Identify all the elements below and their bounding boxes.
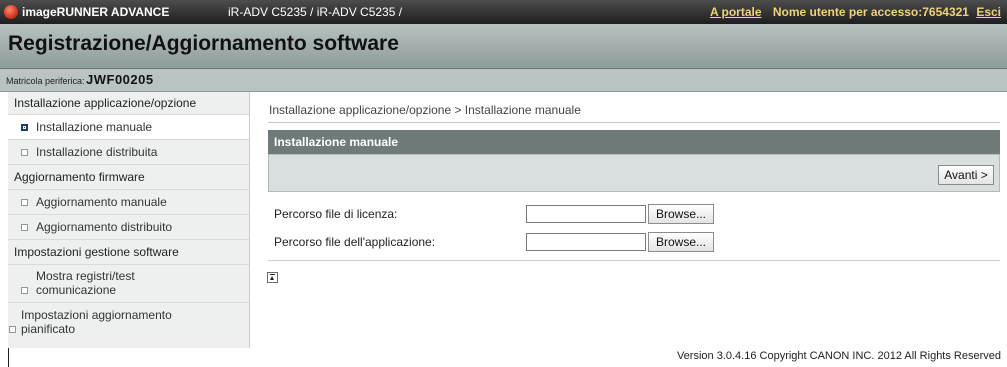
sidebar-item-aggiornamento-distribuito[interactable]: Aggiornamento distribuito	[8, 215, 249, 240]
license-path-label: Percorso file di licenza:	[274, 207, 398, 221]
breadcrumb-divider	[268, 122, 1000, 123]
serial-bar: Matricola periferica: JWF00205	[0, 69, 1007, 92]
portal-link[interactable]: A portale	[710, 5, 762, 19]
bullet-icon	[21, 149, 28, 156]
logout-link[interactable]: Esci	[976, 5, 1001, 19]
app-browse-button[interactable]: Browse...	[648, 232, 714, 252]
login-user-label: Nome utente per accesso:7654321	[772, 5, 969, 19]
license-path-input[interactable]	[526, 205, 646, 223]
sidebar-item-label: Installazione applicazione/opzione	[14, 96, 197, 110]
footer-left-rule	[8, 348, 9, 367]
app-path-label: Percorso file dell'applicazione:	[274, 235, 436, 249]
sidebar-item-label: Installazione distribuita	[36, 145, 158, 159]
brand-name: imageRUNNER ADVANCE	[22, 5, 170, 19]
sidebar-category-installazione[interactable]: Installazione applicazione/opzione	[8, 92, 249, 115]
sidebar: Installazione applicazione/opzione Insta…	[8, 92, 250, 348]
sidebar-item-label-line1: Mostra registri/test	[36, 269, 135, 283]
license-browse-button[interactable]: Browse...	[648, 204, 714, 224]
sidebar-category-aggiornamento-firmware[interactable]: Aggiornamento firmware	[8, 165, 249, 190]
sidebar-item-label-line2: pianificato	[21, 322, 76, 336]
top-bar: imageRUNNER ADVANCE iR-ADV C5235 / iR-AD…	[0, 0, 1007, 24]
main-content: Installazione applicazione/opzione > Ins…	[260, 92, 1000, 348]
sidebar-item-installazione-manuale[interactable]: Installazione manuale	[8, 115, 249, 140]
next-button[interactable]: Avanti >	[938, 165, 994, 185]
section-divider	[268, 260, 1000, 261]
sidebar-item-impostazioni-aggiornamento[interactable]: Impostazioni aggiornamento pianificato	[8, 303, 249, 343]
back-to-top-icon[interactable]	[267, 272, 278, 283]
title-bar: Registrazione/Aggiornamento software	[0, 24, 1007, 69]
bullet-icon	[21, 199, 28, 206]
bullet-icon	[21, 287, 28, 294]
sidebar-item-label: Aggiornamento firmware	[14, 170, 145, 184]
bullet-icon	[9, 326, 16, 333]
sidebar-item-label: Aggiornamento distribuito	[36, 220, 173, 234]
sidebar-item-label-line1: Impostazioni aggiornamento	[21, 308, 172, 322]
serial-value: JWF00205	[86, 72, 154, 87]
bullet-icon	[21, 224, 28, 231]
sidebar-item-label: Aggiornamento manuale	[36, 195, 167, 209]
sidebar-item-label-line2: comunicazione	[36, 283, 117, 297]
footer-copyright: Version 3.0.4.16 Copyright CANON INC. 20…	[676, 350, 1001, 362]
app-path-input[interactable]	[526, 233, 646, 251]
sidebar-category-impostazioni-gestione[interactable]: Impostazioni gestione software	[8, 240, 249, 265]
panel-title: Installazione manuale	[274, 135, 399, 149]
panel-header: Installazione manuale	[268, 130, 1000, 154]
panel-action-bar: Avanti >	[268, 154, 1000, 192]
sidebar-item-label: Installazione manuale	[36, 120, 153, 134]
serial-label: Matricola periferica:	[6, 76, 85, 86]
breadcrumb: Installazione applicazione/opzione > Ins…	[269, 103, 581, 117]
sidebar-item-installazione-distribuita[interactable]: Installazione distribuita	[8, 140, 249, 165]
sidebar-item-mostra-registri[interactable]: Mostra registri/test comunicazione	[8, 265, 249, 303]
canon-logo-icon	[4, 5, 18, 19]
user-area: A portale Nome utente per accesso:765432…	[710, 5, 1001, 19]
page-title: Registrazione/Aggiornamento software	[8, 32, 399, 55]
sidebar-item-aggiornamento-manuale[interactable]: Aggiornamento manuale	[8, 190, 249, 215]
device-model: iR-ADV C5235 / iR-ADV C5235 /	[228, 5, 403, 19]
sidebar-item-label: Impostazioni gestione software	[14, 245, 179, 259]
bullet-icon	[21, 124, 28, 131]
